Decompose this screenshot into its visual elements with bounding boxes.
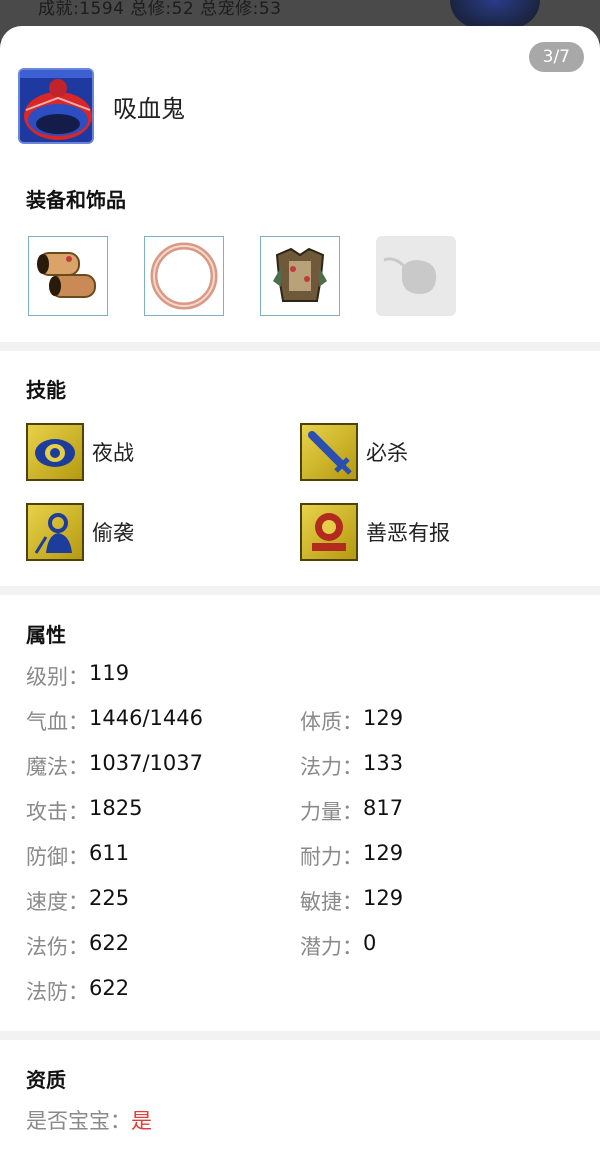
skill-night-battle[interactable]: 夜战 [26,423,134,481]
pet-detail-sheet: 3/7 吸血鬼 装备和饰品 技能 夜战 必杀 偷袭 善恶有报 属性 级别： 11… [0,26,600,1153]
page-indicator: 3/7 [528,42,584,72]
sneak-attack-icon [26,503,84,561]
skill-label: 必杀 [366,441,408,465]
attr-end: 耐力： 129 [300,841,404,869]
attr-mp: 魔法： 1037/1037 [26,751,203,779]
divider [0,1031,600,1040]
night-battle-icon [26,423,84,481]
skill-karma[interactable]: 善恶有报 [300,503,450,561]
attr-atk: 攻击： 1825 [26,796,143,824]
section-title-equipment: 装备和饰品 [26,188,126,212]
skill-sneak-attack[interactable]: 偷袭 [26,503,134,561]
karma-icon [300,503,358,561]
attr-agi: 敏捷： 129 [300,886,404,914]
attr-spd: 速度： 225 [26,886,130,914]
skill-label: 善恶有报 [366,521,450,545]
attr-hp: 气血： 1446/1446 [26,706,203,734]
pet-name: 吸血鬼 [113,94,185,123]
section-title-attributes: 属性 [26,623,66,647]
skill-label: 夜战 [92,441,134,465]
attr-mag-def: 法防： 622 [26,976,130,1004]
section-title-skills: 技能 [26,378,66,402]
attr-def: 防御： 611 [26,841,130,869]
attr-str: 力量： 817 [300,796,404,824]
bracer-icon[interactable] [28,236,108,316]
armor-icon[interactable] [260,236,340,316]
skill-label: 偷袭 [92,521,134,545]
critical-sword-icon [300,423,358,481]
section-title-aptitude: 资质 [26,1068,66,1092]
pet-header: 吸血鬼 [18,68,185,144]
empty-slot-icon[interactable] [376,236,456,316]
divider [0,342,600,351]
attr-mag-atk: 法伤： 622 [26,931,130,959]
achievement-summary: 成就:1594 总修:52 总宠修:53 [38,0,282,19]
attr-con: 体质： 129 [300,706,404,734]
vampire-pet-avatar-icon[interactable] [18,68,94,144]
skill-critical[interactable]: 必杀 [300,423,408,481]
attr-mag: 法力： 133 [300,751,404,779]
ring-icon[interactable] [144,236,224,316]
background-art [450,0,540,28]
attr-level: 级别： 119 [26,661,130,689]
divider [0,586,600,595]
attr-pot: 潜力： 0 [300,931,377,959]
attr-is-baby: 是否宝宝：是 [26,1109,152,1133]
equipment-list [28,236,456,316]
